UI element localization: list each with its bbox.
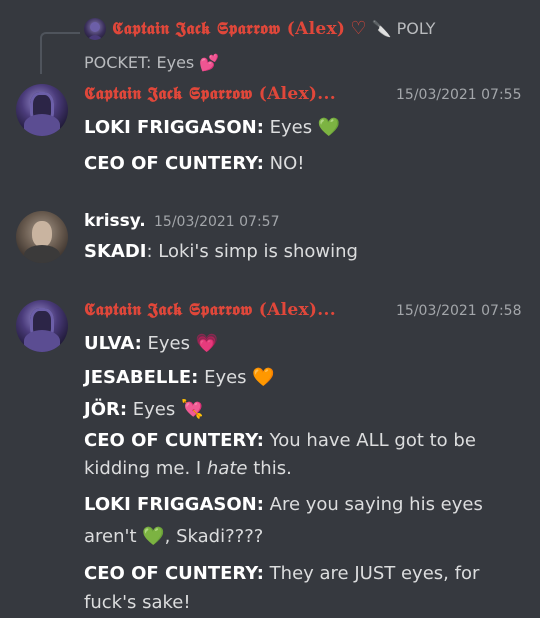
line-text: this. <box>247 458 292 479</box>
line-text: Eyes <box>198 367 253 388</box>
line-text: NO! <box>263 153 305 174</box>
reply-text-2: POCKET: Eyes <box>84 53 195 72</box>
message-header: 𝕮𝖆𝖕𝖙𝖆𝖎𝖓 𝕵𝖆𝖈𝖐 𝕾𝖕𝖆𝖗𝖗𝖔𝖜 (Alex)... <box>84 300 336 320</box>
message-line: LOKI FRIGGASON: Are you saying his eyes <box>84 494 483 515</box>
speaker-name: LOKI FRIGGASON: <box>84 117 264 138</box>
line-text: fuck's sake! <box>84 592 191 613</box>
message-line: ULVA: Eyes 💗 <box>84 333 218 354</box>
line-text: Eyes <box>127 399 181 420</box>
reply-author-name[interactable]: 𝕮𝖆𝖕𝖙𝖆𝖎𝖓 𝕵𝖆𝖈𝖐 𝕾𝖕𝖆𝖗𝖗𝖔𝖜 (Alex) <box>112 19 345 39</box>
line-text-italic: hate <box>206 458 248 479</box>
avatar[interactable] <box>16 300 68 352</box>
reply-header: 𝕮𝖆𝖕𝖙𝖆𝖎𝖓 𝕵𝖆𝖈𝖐 𝕾𝖕𝖆𝖗𝖗𝖔𝖜 (Alex) ♡ 🔪 POLY <box>112 18 435 39</box>
message-line: CEO OF CUNTERY: They are JUST eyes, for <box>84 563 479 584</box>
timestamp[interactable]: 15/03/2021 07:57 <box>154 214 280 230</box>
reply-connector <box>40 32 80 74</box>
heart-icon: ♡ <box>350 18 367 39</box>
message-header: 𝕮𝖆𝖕𝖙𝖆𝖎𝖓 𝕵𝖆𝖈𝖐 𝕾𝖕𝖆𝖗𝖗𝖔𝖜 (Alex)... <box>84 84 336 104</box>
avatar[interactable] <box>16 211 68 263</box>
message-header: krissy. <box>84 211 146 231</box>
line-text: Eyes <box>141 333 196 354</box>
timestamp[interactable]: 15/03/2021 07:55 <box>396 87 522 103</box>
message-line-continued: aren't 💚, Skadi???? <box>84 526 263 547</box>
speaker-name: CEO OF CUNTERY: <box>84 430 264 451</box>
speaker-name: SKADI <box>84 241 147 262</box>
knife-icon: 🔪 <box>371 19 392 38</box>
speaker-name: CEO OF CUNTERY: <box>84 153 264 174</box>
line-text: , Skadi???? <box>164 526 264 547</box>
line-text: Are you saying his eyes <box>263 494 483 515</box>
avatar[interactable] <box>16 84 68 136</box>
speaker-name: CEO OF CUNTERY: <box>84 563 264 584</box>
message-line: JESABELLE: Eyes 🧡 <box>84 367 275 388</box>
growing-heart-icon: 💗 <box>195 333 219 354</box>
line-text: Eyes <box>263 117 318 138</box>
author-name[interactable]: 𝕮𝖆𝖕𝖙𝖆𝖎𝖓 𝕵𝖆𝖈𝖐 𝕾𝖕𝖆𝖗𝖗𝖔𝖜 (Alex)... <box>84 84 336 104</box>
message-line: CEO OF CUNTERY: You have ALL got to be <box>84 430 476 451</box>
green-heart-icon: 💚 <box>142 526 165 547</box>
reply-author-avatar[interactable] <box>84 18 106 40</box>
message-line: CEO OF CUNTERY: NO! <box>84 153 305 174</box>
two-hearts-icon: 💕 <box>199 53 220 72</box>
author-name[interactable]: 𝕮𝖆𝖕𝖙𝖆𝖎𝖓 𝕵𝖆𝖈𝖐 𝕾𝖕𝖆𝖗𝖗𝖔𝖜 (Alex)... <box>84 300 336 320</box>
reply-preview-text[interactable]: POCKET: Eyes 💕 <box>84 53 219 72</box>
speaker-name: LOKI FRIGGASON: <box>84 494 264 515</box>
reply-text-1: POLY <box>396 19 436 38</box>
line-text: They are JUST eyes, for <box>263 563 480 584</box>
line-text: aren't <box>84 526 143 547</box>
message-line: LOKI FRIGGASON: Eyes 💚 <box>84 117 340 138</box>
message-line: JÖR: Eyes 💘 <box>84 399 203 420</box>
line-text: : Loki's simp is showing <box>146 241 358 262</box>
line-text: kidding me. I <box>84 458 207 479</box>
timestamp[interactable]: 15/03/2021 07:58 <box>396 303 522 319</box>
green-heart-icon: 💚 <box>317 117 341 138</box>
line-text: You have ALL got to be <box>263 430 476 451</box>
speaker-name: JÖR: <box>84 399 128 420</box>
orange-heart-icon: 🧡 <box>252 367 275 388</box>
message-line-continued: fuck's sake! <box>84 592 191 613</box>
message-line: SKADI: Loki's simp is showing <box>84 241 358 262</box>
speaker-name: JESABELLE: <box>84 367 199 388</box>
message-line-continued: kidding me. I hate this. <box>84 458 292 479</box>
speaker-name: ULVA: <box>84 333 142 354</box>
heart-arrow-icon: 💘 <box>180 399 204 420</box>
author-name[interactable]: krissy. <box>84 211 146 231</box>
